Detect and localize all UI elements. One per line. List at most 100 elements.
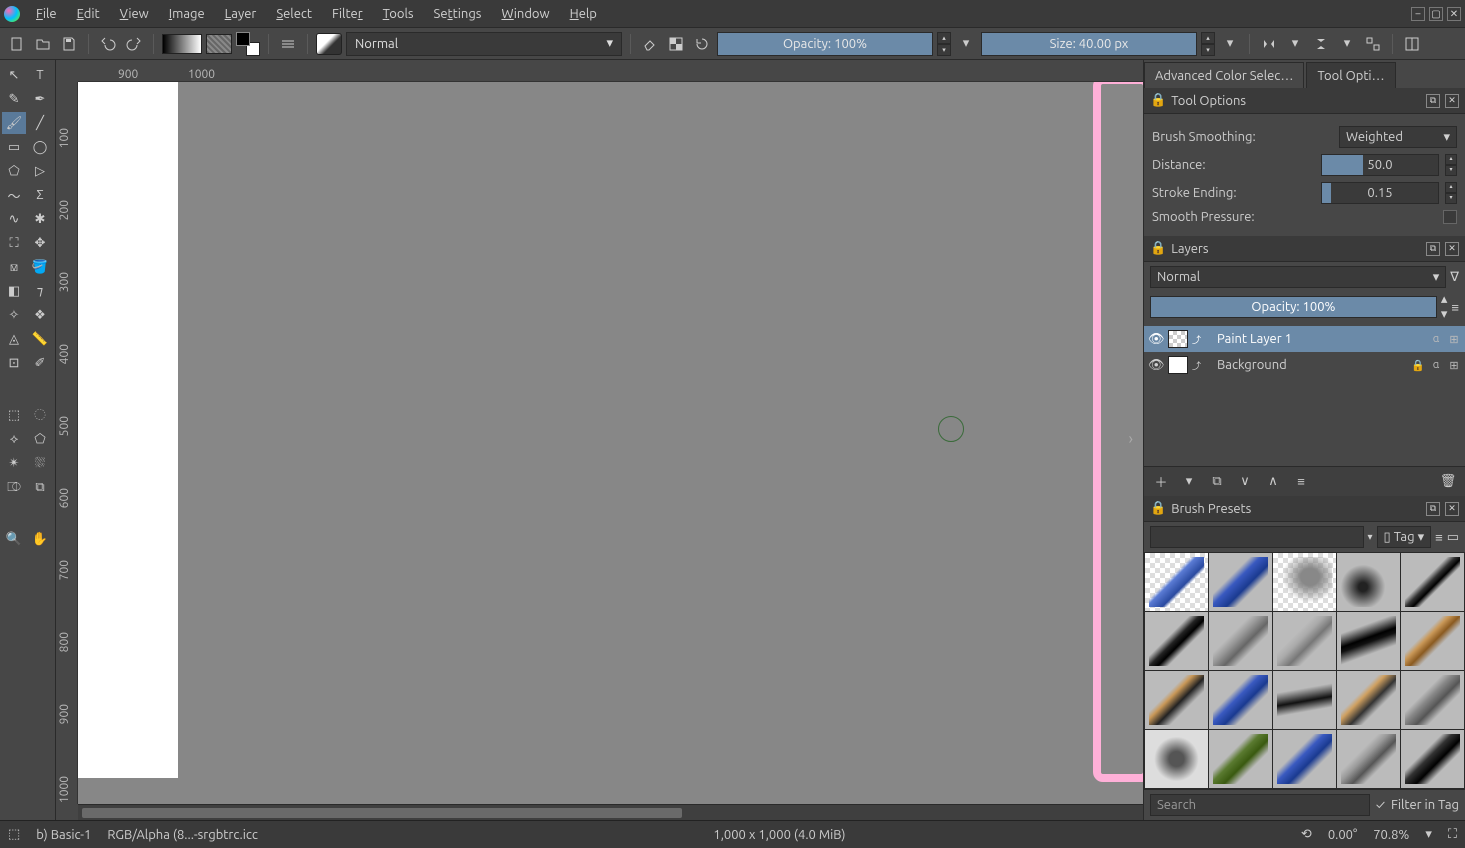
tab-tool-options[interactable]: Tool Opti… bbox=[1306, 62, 1395, 88]
float-panel-button[interactable]: ⧉ bbox=[1426, 502, 1440, 516]
layer-name[interactable]: Background bbox=[1205, 358, 1407, 372]
canvas-viewport[interactable]: › bbox=[78, 82, 1143, 804]
selection-mode-icon[interactable]: ⬚ bbox=[8, 827, 20, 842]
stroke-spinner[interactable]: ▴▾ bbox=[1445, 182, 1457, 204]
save-file-button[interactable] bbox=[58, 33, 80, 55]
stroke-ending-field[interactable]: 0.15 bbox=[1321, 182, 1439, 204]
tool-freehand-select[interactable]: ⟡ bbox=[2, 428, 26, 450]
opacity-slider[interactable]: Opacity: 100% bbox=[717, 32, 933, 56]
float-panel-button[interactable]: ⧉ bbox=[1426, 242, 1440, 256]
brush-preset[interactable] bbox=[1145, 730, 1208, 788]
preset-search-input[interactable]: Search bbox=[1150, 794, 1370, 816]
horizontal-scrollbar[interactable] bbox=[78, 804, 1143, 820]
tool-magnetic-select[interactable]: ⧉ bbox=[28, 476, 52, 498]
tool-transform[interactable]: ⛶ bbox=[2, 232, 26, 254]
layer-name[interactable]: Paint Layer 1 bbox=[1205, 332, 1425, 346]
alpha-icon[interactable]: α bbox=[1429, 359, 1443, 371]
brush-preset[interactable] bbox=[1401, 612, 1464, 670]
menu-tools[interactable]: Tools bbox=[373, 3, 424, 25]
tool-ellipse-select[interactable]: ◌ bbox=[28, 404, 52, 426]
window-maximize-icon[interactable]: ▢ bbox=[1429, 7, 1443, 21]
window-close-icon[interactable]: ✕ bbox=[1447, 7, 1461, 21]
status-zoom[interactable]: 70.8% bbox=[1373, 828, 1409, 842]
fullscreen-icon[interactable]: ⛶ bbox=[1448, 827, 1457, 842]
mirror-v-menu[interactable]: ▾ bbox=[1336, 33, 1358, 55]
brush-preset[interactable] bbox=[1337, 553, 1400, 611]
opacity-menu-button[interactable]: ▾ bbox=[955, 33, 977, 55]
tool-reference[interactable]: ⊡ bbox=[2, 352, 26, 374]
tool-freehand-path[interactable]: ʃ bbox=[28, 184, 52, 206]
vertical-ruler[interactable]: 100 200 300 400 500 600 700 800 900 1000 bbox=[56, 82, 78, 804]
lock-icon[interactable]: 🔒 bbox=[1411, 359, 1425, 372]
workspace-chooser-button[interactable] bbox=[1401, 33, 1423, 55]
menu-settings[interactable]: Settings bbox=[424, 3, 492, 25]
tool-move[interactable]: ↖ bbox=[2, 64, 26, 86]
tool-polygon[interactable]: ⬠ bbox=[2, 160, 26, 182]
brush-preset[interactable] bbox=[1337, 612, 1400, 670]
tool-color-picker[interactable]: ⁊ bbox=[28, 280, 52, 302]
brush-preset-icon[interactable] bbox=[316, 33, 342, 55]
tool-move-layer[interactable]: ✥ bbox=[28, 232, 52, 254]
tool-contiguous-select[interactable]: ✴ bbox=[2, 452, 26, 474]
brush-preset[interactable] bbox=[1209, 612, 1272, 670]
eraser-toggle-button[interactable] bbox=[639, 33, 661, 55]
mirror-h-menu[interactable]: ▾ bbox=[1284, 33, 1306, 55]
smooth-pressure-checkbox[interactable] bbox=[1443, 210, 1457, 224]
size-spinner[interactable]: ▴▾ bbox=[1201, 32, 1215, 56]
move-layer-up-button[interactable]: ∧ bbox=[1264, 473, 1282, 491]
window-minimize-icon[interactable]: – bbox=[1411, 7, 1425, 21]
tool-smart-fill[interactable]: ❖ bbox=[28, 304, 52, 326]
brush-preset[interactable] bbox=[1401, 671, 1464, 729]
filter-check-icon[interactable]: ✓ bbox=[1376, 798, 1385, 812]
distance-field[interactable]: 50.0 bbox=[1321, 154, 1439, 176]
tool-edit-shapes[interactable]: ✎ bbox=[2, 88, 26, 110]
canvas-document[interactable] bbox=[78, 82, 178, 778]
duplicate-layer-button[interactable]: ⧉ bbox=[1208, 473, 1226, 491]
tool-fill[interactable]: 🪣 bbox=[28, 256, 52, 278]
menu-edit[interactable]: Edit bbox=[67, 3, 110, 25]
status-angle[interactable]: 0.00° bbox=[1328, 828, 1357, 842]
add-layer-menu[interactable]: ▾ bbox=[1180, 473, 1198, 491]
brush-preset[interactable] bbox=[1209, 553, 1272, 611]
tool-line[interactable]: ╱ bbox=[28, 112, 52, 134]
float-panel-button[interactable]: ⧉ bbox=[1426, 94, 1440, 108]
move-layer-down-button[interactable]: ∨ bbox=[1236, 473, 1254, 491]
wrap-around-button[interactable] bbox=[1362, 33, 1384, 55]
add-layer-button[interactable]: ＋ bbox=[1152, 473, 1170, 491]
tab-advanced-color[interactable]: Advanced Color Selec… bbox=[1144, 62, 1304, 88]
layer-filter-button[interactable]: ∇ bbox=[1450, 270, 1459, 285]
menu-filter[interactable]: Filter bbox=[322, 3, 373, 25]
tool-zoom[interactable]: 🔍 bbox=[2, 528, 26, 550]
tool-multibrush[interactable]: ✱ bbox=[28, 208, 52, 230]
smoothing-combo[interactable]: Weighted▾ bbox=[1339, 126, 1457, 148]
close-panel-button[interactable]: ✕ bbox=[1445, 502, 1459, 516]
menu-select[interactable]: Select bbox=[266, 3, 322, 25]
tool-bezier-select[interactable]: ⎄ bbox=[2, 476, 26, 498]
distance-spinner[interactable]: ▴▾ bbox=[1445, 154, 1457, 176]
brush-preset[interactable] bbox=[1273, 612, 1336, 670]
tool-rectangle[interactable]: ▭ bbox=[2, 136, 26, 158]
delete-layer-button[interactable]: 🗑 bbox=[1439, 473, 1457, 491]
brush-settings-button[interactable] bbox=[277, 33, 299, 55]
tool-gradient[interactable]: ◧ bbox=[2, 280, 26, 302]
menu-file[interactable]: File bbox=[26, 3, 67, 25]
preset-view-list-button[interactable]: ≡ bbox=[1435, 530, 1443, 545]
tool-freehand-brush[interactable]: 🖌 bbox=[2, 112, 26, 134]
close-panel-button[interactable]: ✕ bbox=[1445, 94, 1459, 108]
layer-props-icon[interactable]: ⊞ bbox=[1447, 359, 1461, 372]
close-panel-button[interactable]: ✕ bbox=[1445, 242, 1459, 256]
brush-preset[interactable] bbox=[1337, 730, 1400, 788]
brush-preset[interactable] bbox=[1273, 730, 1336, 788]
tool-crop[interactable]: ⟏ bbox=[2, 256, 26, 278]
layer-opacity-slider[interactable]: Opacity: 100% bbox=[1150, 296, 1437, 318]
brush-preset[interactable] bbox=[1401, 553, 1464, 611]
brush-preset[interactable] bbox=[1337, 671, 1400, 729]
fg-bg-color-swatch[interactable] bbox=[236, 32, 260, 56]
mirror-horizontal-button[interactable] bbox=[1258, 33, 1280, 55]
menu-window[interactable]: Window bbox=[491, 3, 559, 25]
brush-preset[interactable] bbox=[1273, 553, 1336, 611]
menu-image[interactable]: Image bbox=[159, 3, 215, 25]
tool-polygon-select[interactable]: ⬠ bbox=[28, 428, 52, 450]
brush-preset[interactable] bbox=[1145, 671, 1208, 729]
undo-button[interactable] bbox=[97, 33, 119, 55]
